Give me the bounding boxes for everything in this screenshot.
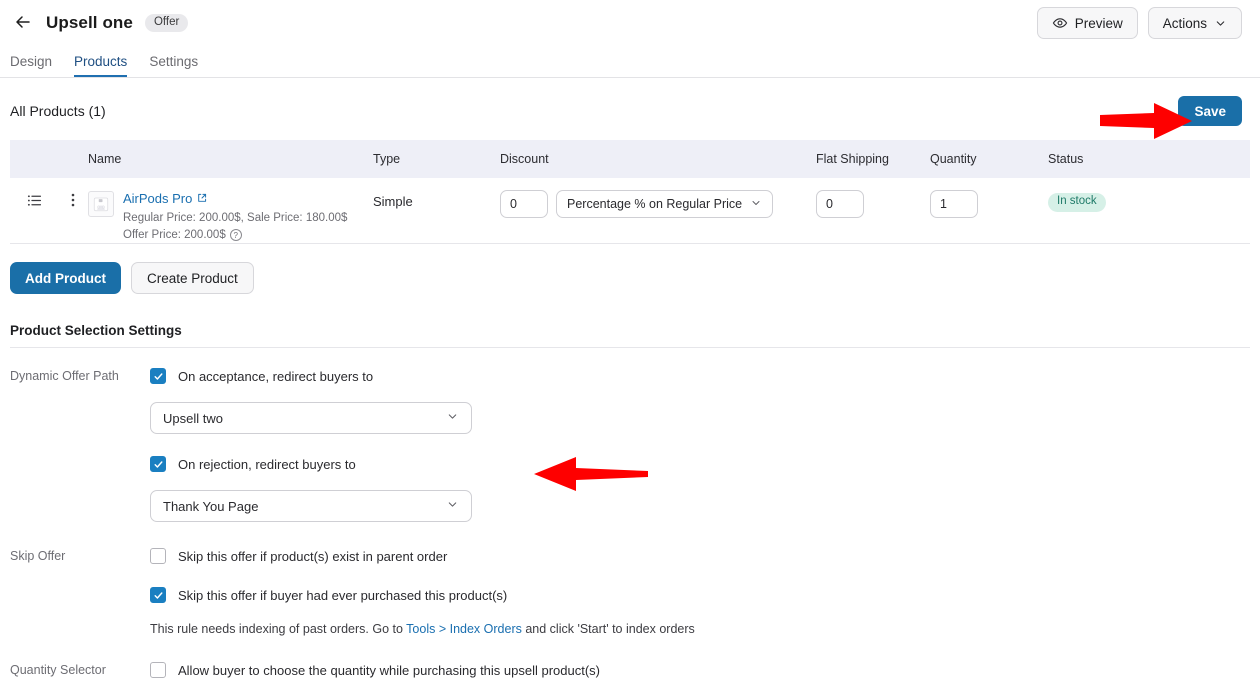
rejection-redirect-select[interactable]: Thank You Page — [150, 490, 472, 523]
tab-design[interactable]: Design — [10, 54, 52, 78]
on-rejection-label: On rejection, redirect buyers to — [178, 456, 356, 472]
dynamic-offer-path-row: Dynamic Offer Path On acceptance, redire… — [0, 348, 1260, 523]
add-product-button[interactable]: Add Product — [10, 262, 121, 295]
top-bar: Upsell one Offer Preview Actions — [0, 0, 1260, 46]
column-header-name: Name — [88, 152, 122, 166]
discount-type-select[interactable]: Percentage % on Regular Price — [556, 190, 774, 218]
tab-settings[interactable]: Settings — [149, 54, 198, 78]
kebab-menu-icon — [66, 192, 80, 211]
table-row: AirPods Pro Regular Price: 200.00$, Sale… — [10, 178, 1250, 245]
on-acceptance-label: On acceptance, redirect buyers to — [178, 368, 374, 384]
products-table: Name Type Discount Flat Shipping Quantit… — [10, 140, 1250, 245]
product-selection-settings-title: Product Selection Settings — [10, 323, 182, 339]
rejection-redirect-value: Thank You Page — [163, 498, 259, 514]
eye-icon — [1052, 15, 1068, 31]
chevron-down-icon — [446, 498, 459, 514]
back-button[interactable] — [10, 10, 36, 36]
header-spacer-menu — [58, 158, 88, 160]
discount-type-value: Percentage % on Regular Price — [567, 197, 743, 211]
flat-shipping-input[interactable] — [816, 190, 864, 218]
tab-products[interactable]: Products — [74, 54, 128, 77]
page-title: Upsell one — [46, 13, 133, 32]
column-header-type: Type — [373, 152, 401, 166]
column-header-status: Status — [1048, 152, 1084, 166]
column-header-discount: Discount — [500, 152, 549, 166]
external-link-icon[interactable] — [196, 192, 208, 207]
chevron-down-icon — [1214, 17, 1227, 30]
acceptance-redirect-value: Upsell two — [163, 410, 223, 426]
on-rejection-checkbox[interactable] — [150, 456, 166, 473]
indexing-note-prefix: This rule needs indexing of past orders.… — [150, 622, 407, 637]
preview-button[interactable]: Preview — [1036, 7, 1138, 39]
dynamic-offer-path-label: Dynamic Offer Path — [10, 369, 119, 384]
product-price-line: Regular Price: 200.00$, Sale Price: 180.… — [123, 211, 348, 224]
chevron-down-icon — [750, 197, 762, 212]
all-products-title: All Products (1) — [10, 103, 106, 119]
indexing-note-suffix: and click 'Start' to index orders — [521, 622, 695, 637]
row-drag-handle[interactable] — [10, 190, 58, 212]
product-action-buttons: Add Product Create Product — [0, 244, 1260, 295]
skip-if-purchased-label: Skip this offer if buyer had ever purcha… — [178, 587, 508, 603]
skip-if-purchased-checkbox[interactable] — [150, 587, 166, 604]
product-type: Simple — [373, 194, 413, 209]
discount-value-input[interactable] — [500, 190, 548, 218]
create-product-button[interactable]: Create Product — [131, 262, 254, 295]
actions-label: Actions — [1162, 15, 1207, 31]
quantity-selector-label: Quantity Selector — [10, 663, 106, 678]
actions-button[interactable]: Actions — [1147, 7, 1242, 39]
all-products-header: All Products (1) Save — [0, 78, 1260, 140]
top-bar-actions: Preview Actions — [1036, 7, 1242, 39]
airpods-thumbnail — [88, 191, 114, 217]
row-menu-button[interactable] — [58, 190, 88, 211]
allow-quantity-checkbox[interactable] — [150, 662, 166, 679]
acceptance-redirect-select[interactable]: Upsell two — [150, 402, 472, 435]
offer-badge: Offer — [144, 13, 189, 33]
arrow-left-icon — [13, 12, 33, 35]
skip-if-exists-checkbox[interactable] — [150, 548, 166, 565]
question-mark-icon[interactable]: ? — [229, 229, 242, 242]
allow-quantity-label: Allow buyer to choose the quantity while… — [178, 662, 601, 678]
header-spacer-handle — [10, 158, 58, 160]
quantity-selector-row: Quantity Selector Allow buyer to choose … — [0, 636, 1260, 679]
status-badge: In stock — [1048, 193, 1106, 212]
on-acceptance-checkbox[interactable] — [150, 368, 166, 385]
column-header-flat-shipping: Flat Shipping — [816, 152, 889, 166]
preview-label: Preview — [1074, 15, 1123, 31]
product-offer-price: Offer Price: 200.00$ — [123, 228, 226, 241]
column-header-quantity: Quantity — [930, 152, 977, 166]
index-orders-link[interactable]: Tools > Index Orders — [406, 622, 522, 636]
chevron-down-icon — [446, 410, 459, 426]
list-drag-icon — [26, 192, 43, 212]
save-button[interactable]: Save — [1178, 96, 1242, 126]
product-name-link[interactable]: AirPods Pro — [123, 191, 192, 206]
skip-if-exists-label: Skip this offer if product(s) exist in p… — [178, 548, 448, 564]
indexing-note: This rule needs indexing of past orders.… — [150, 603, 1260, 636]
skip-offer-label: Skip Offer — [10, 549, 66, 564]
quantity-input[interactable] — [930, 190, 978, 218]
tab-bar: Design Products Settings — [0, 46, 1260, 78]
table-header-row: Name Type Discount Flat Shipping Quantit… — [10, 140, 1250, 178]
skip-offer-row: Skip Offer Skip this offer if product(s)… — [0, 522, 1260, 636]
